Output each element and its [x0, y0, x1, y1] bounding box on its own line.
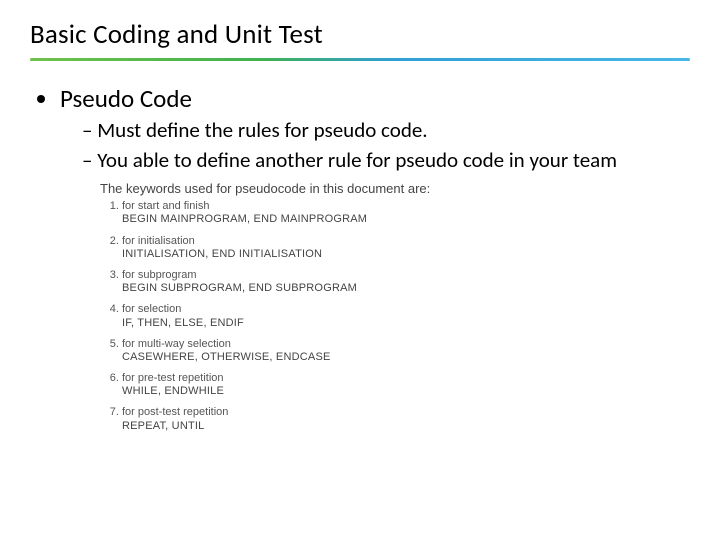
keyword-code: INITIALISATION, END INITIALISATION [122, 248, 660, 261]
slide: Basic Coding and Unit Test Pseudo Code M… [0, 0, 720, 540]
keyword-list: for start and finish BEGIN MAINPROGRAM, … [100, 200, 660, 433]
keyword-item: for subprogram BEGIN SUBPROGRAM, END SUB… [122, 269, 660, 295]
keyword-code: IF, THEN, ELSE, ENDIF [122, 317, 660, 330]
sub-bullet-list: Must define the rules for pseudo code. Y… [82, 118, 690, 173]
keyword-code: BEGIN SUBPROGRAM, END SUBPROGRAM [122, 282, 660, 295]
keyword-item: for initialisation INITIALISATION, END I… [122, 235, 660, 261]
keyword-code: CASEWHERE, OTHERWISE, ENDCASE [122, 351, 660, 364]
divider-highlight [30, 57, 690, 58]
doc-intro: The keywords used for pseudocode in this… [100, 181, 660, 196]
keyword-code: BEGIN MAINPROGRAM, END MAINPROGRAM [122, 213, 660, 226]
bullet-list: Pseudo Code Must define the rules for ps… [42, 83, 690, 173]
keyword-label: for subprogram [122, 269, 660, 282]
sub-bullet: Must define the rules for pseudo code. [82, 118, 690, 144]
pseudocode-doc: The keywords used for pseudocode in this… [100, 181, 660, 433]
keyword-label: for selection [122, 303, 660, 316]
keyword-label: for pre-test repetition [122, 372, 660, 385]
keyword-item: for multi-way selection CASEWHERE, OTHER… [122, 338, 660, 364]
keyword-label: for multi-way selection [122, 338, 660, 351]
bullet-main-text: Pseudo Code [60, 83, 192, 114]
keyword-label: for initialisation [122, 235, 660, 248]
keyword-label: for post-test repetition [122, 406, 660, 419]
keyword-code: REPEAT, UNTIL [122, 420, 660, 433]
title-divider [30, 55, 690, 65]
sub-bullet: You able to define another rule for pseu… [82, 148, 690, 174]
page-title: Basic Coding and Unit Test [30, 18, 690, 51]
divider-bar [30, 58, 690, 61]
keyword-code: WHILE, ENDWHILE [122, 385, 660, 398]
keyword-item: for selection IF, THEN, ELSE, ENDIF [122, 303, 660, 329]
keyword-item: for post-test repetition REPEAT, UNTIL [122, 406, 660, 432]
bullet-main: Pseudo Code Must define the rules for ps… [60, 83, 690, 173]
keyword-item: for start and finish BEGIN MAINPROGRAM, … [122, 200, 660, 226]
keyword-label: for start and finish [122, 200, 660, 213]
keyword-item: for pre-test repetition WHILE, ENDWHILE [122, 372, 660, 398]
